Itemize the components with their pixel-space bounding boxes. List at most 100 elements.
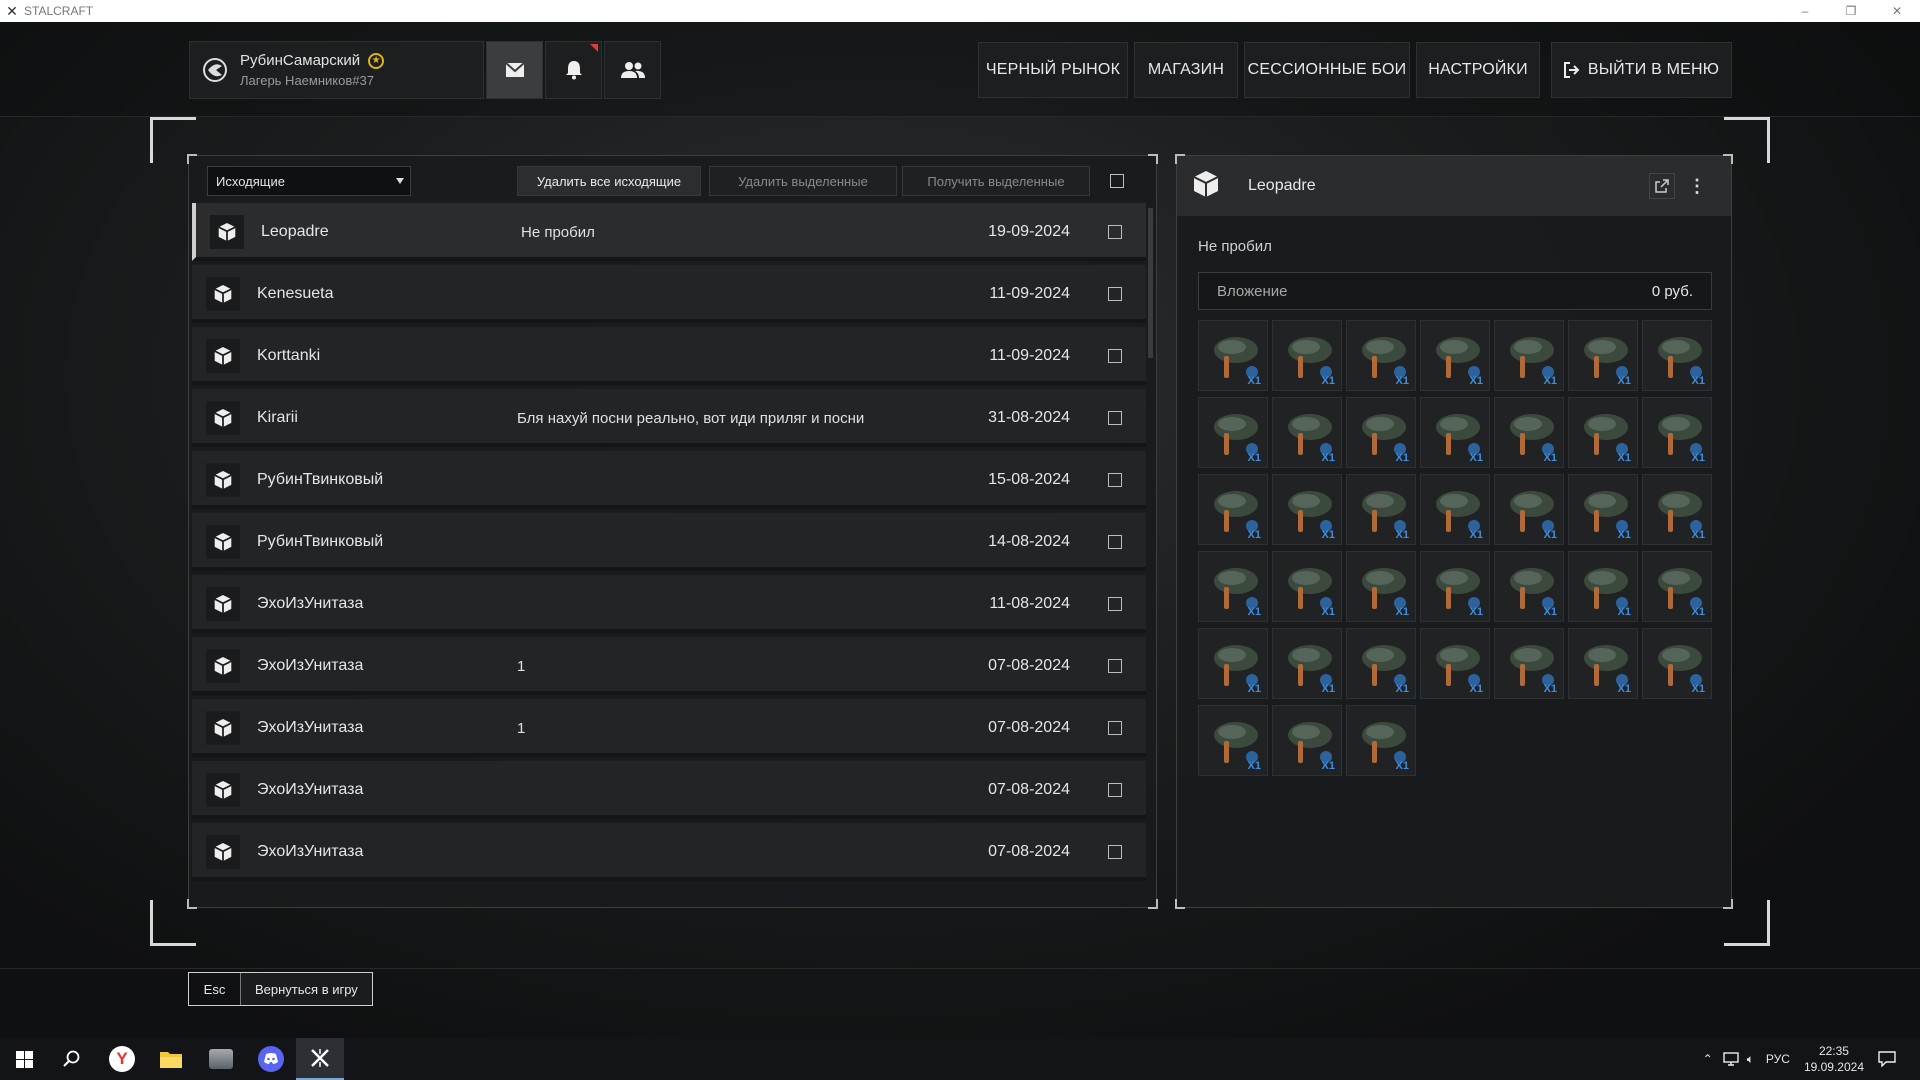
attachment-item-slot[interactable]: X1 xyxy=(1198,551,1268,622)
mail-row-checkbox[interactable] xyxy=(1108,287,1122,301)
close-window-button[interactable]: ✕ xyxy=(1874,0,1920,22)
notifications-button[interactable] xyxy=(545,41,602,99)
detail-message: Не пробил xyxy=(1198,238,1272,255)
minimize-button[interactable]: – xyxy=(1782,0,1828,22)
mail-recipient: РубинТвинковый xyxy=(257,533,384,550)
attachment-item-slot[interactable]: X1 xyxy=(1494,551,1564,622)
attachment-item-slot[interactable]: X1 xyxy=(1420,474,1490,545)
mail-row[interactable]: ЭхоИзУнитаза 11-08-2024 xyxy=(192,575,1146,633)
mail-row[interactable]: Kenesueta 11-09-2024 xyxy=(192,265,1146,323)
attachment-item-slot[interactable]: X1 xyxy=(1272,320,1342,391)
attachment-item-slot[interactable]: X1 xyxy=(1198,705,1268,776)
mail-row-checkbox[interactable] xyxy=(1108,721,1122,735)
attachment-item-slot[interactable]: X1 xyxy=(1568,397,1638,468)
attachment-item-slot[interactable]: X1 xyxy=(1494,397,1564,468)
delete-all-outgoing-button[interactable]: Удалить все исходящие xyxy=(517,166,701,196)
restore-button[interactable]: ❐ xyxy=(1828,0,1874,22)
mail-row[interactable]: Leopadre Не пробил 19-09-2024 xyxy=(192,203,1146,261)
receive-selected-button[interactable]: Получить выделенные xyxy=(902,166,1090,196)
mail-row[interactable]: ЭхоИзУнитаза 1 07-08-2024 xyxy=(192,699,1146,757)
esc-key-label: Esc xyxy=(189,973,241,1005)
mail-row-checkbox[interactable] xyxy=(1108,473,1122,487)
mail-row-checkbox[interactable] xyxy=(1108,411,1122,425)
attachment-item-slot[interactable]: X1 xyxy=(1420,628,1490,699)
start-button[interactable] xyxy=(0,1038,48,1080)
attachment-item-slot[interactable]: X1 xyxy=(1346,628,1416,699)
settings-button[interactable]: НАСТРОЙКИ xyxy=(1416,42,1540,98)
exit-to-menu-button[interactable]: ВЫЙТИ В МЕНЮ xyxy=(1551,42,1732,98)
attachment-item-slot[interactable]: X1 xyxy=(1346,474,1416,545)
attachment-item-slot[interactable]: X1 xyxy=(1642,474,1712,545)
attachment-item-slot[interactable]: X1 xyxy=(1272,628,1342,699)
attachment-item-slot[interactable]: X1 xyxy=(1198,397,1268,468)
mail-row-checkbox[interactable] xyxy=(1108,845,1122,859)
attachment-item-slot[interactable]: X1 xyxy=(1642,397,1712,468)
mail-row[interactable]: ЭхоИзУнитаза 07-08-2024 xyxy=(192,761,1146,819)
mail-row[interactable]: Korttanki 11-09-2024 xyxy=(192,327,1146,385)
attachment-item-slot[interactable]: X1 xyxy=(1272,705,1342,776)
attachment-item-slot[interactable]: X1 xyxy=(1346,397,1416,468)
language-indicator[interactable]: РУС xyxy=(1766,1052,1790,1066)
profile-card[interactable]: РубинСамарский ★ Лагерь Наемников#37 xyxy=(189,41,484,99)
game-launcher-taskbar-button[interactable] xyxy=(197,1038,245,1080)
mail-date: 15-08-2024 xyxy=(988,471,1070,488)
attachment-item-slot[interactable]: X1 xyxy=(1494,474,1564,545)
attachment-item-slot[interactable]: X1 xyxy=(1568,628,1638,699)
volume-icon[interactable]: 🔈︎ xyxy=(1747,1052,1754,1067)
attachment-item-slot[interactable]: X1 xyxy=(1494,628,1564,699)
item-count-label: X1 xyxy=(1395,606,1409,618)
notification-center-icon[interactable] xyxy=(1878,1051,1896,1067)
mail-list-scrollbar[interactable] xyxy=(1148,208,1153,358)
mail-row[interactable]: Kirarii Бля нахуй посни реально, вот иди … xyxy=(192,389,1146,447)
mail-row[interactable]: РубинТвинковый 14-08-2024 xyxy=(192,513,1146,571)
attachment-item-slot[interactable]: X1 xyxy=(1420,397,1490,468)
attachment-item-slot[interactable]: X1 xyxy=(1568,320,1638,391)
yandex-browser-taskbar-button[interactable]: Y xyxy=(98,1038,146,1080)
clock[interactable]: 22:35 19.09.2024 xyxy=(1804,1043,1864,1075)
search-button[interactable] xyxy=(48,1038,96,1080)
shop-button[interactable]: МАГАЗИН xyxy=(1134,42,1238,98)
friends-button[interactable] xyxy=(604,41,661,99)
attachment-item-slot[interactable]: X1 xyxy=(1272,474,1342,545)
stalcraft-taskbar-button[interactable] xyxy=(296,1038,344,1080)
mail-button[interactable] xyxy=(486,41,543,99)
black-market-button[interactable]: ЧЕРНЫЙ РЫНОК xyxy=(978,42,1128,98)
mail-row[interactable]: ЭхоИзУнитаза 07-08-2024 xyxy=(192,823,1146,881)
mail-row-checkbox[interactable] xyxy=(1108,659,1122,673)
more-options-button[interactable]: ⋮ xyxy=(1684,173,1710,199)
mail-filter-dropdown[interactable]: Исходящие xyxy=(207,166,411,196)
file-explorer-taskbar-button[interactable] xyxy=(147,1038,195,1080)
discord-taskbar-button[interactable] xyxy=(247,1038,295,1080)
mail-row-checkbox[interactable] xyxy=(1108,535,1122,549)
network-icon[interactable] xyxy=(1723,1052,1739,1066)
show-hidden-icons-chevron-icon[interactable]: ⌃ xyxy=(1703,1052,1713,1066)
attachment-item-slot[interactable]: X1 xyxy=(1642,551,1712,622)
attachment-item-slot[interactable]: X1 xyxy=(1420,551,1490,622)
mail-row[interactable]: ЭхоИзУнитаза 1 07-08-2024 xyxy=(192,637,1146,695)
attachment-item-slot[interactable]: X1 xyxy=(1346,551,1416,622)
attachment-item-slot[interactable]: X1 xyxy=(1198,474,1268,545)
mail-row-checkbox[interactable] xyxy=(1108,783,1122,797)
select-all-checkbox[interactable] xyxy=(1110,174,1124,188)
attachment-item-slot[interactable]: X1 xyxy=(1198,320,1268,391)
mail-row-checkbox[interactable] xyxy=(1108,349,1122,363)
open-external-button[interactable] xyxy=(1649,173,1675,199)
attachment-item-slot[interactable]: X1 xyxy=(1346,705,1416,776)
package-icon xyxy=(206,773,240,807)
attachment-item-slot[interactable]: X1 xyxy=(1198,628,1268,699)
attachment-item-slot[interactable]: X1 xyxy=(1642,320,1712,391)
attachment-item-slot[interactable]: X1 xyxy=(1272,397,1342,468)
attachment-item-slot[interactable]: X1 xyxy=(1420,320,1490,391)
attachment-item-slot[interactable]: X1 xyxy=(1642,628,1712,699)
attachment-item-slot[interactable]: X1 xyxy=(1568,474,1638,545)
return-to-game-control[interactable]: Esc Вернуться в игру xyxy=(188,972,373,1006)
delete-selected-button[interactable]: Удалить выделенные xyxy=(709,166,897,196)
attachment-item-slot[interactable]: X1 xyxy=(1346,320,1416,391)
attachment-item-slot[interactable]: X1 xyxy=(1272,551,1342,622)
attachment-item-slot[interactable]: X1 xyxy=(1494,320,1564,391)
mail-row-checkbox[interactable] xyxy=(1108,597,1122,611)
session-battles-button[interactable]: СЕССИОННЫЕ БОИ xyxy=(1244,42,1410,98)
mail-row[interactable]: РубинТвинковый 15-08-2024 xyxy=(192,451,1146,509)
mail-row-checkbox[interactable] xyxy=(1108,225,1122,239)
attachment-item-slot[interactable]: X1 xyxy=(1568,551,1638,622)
